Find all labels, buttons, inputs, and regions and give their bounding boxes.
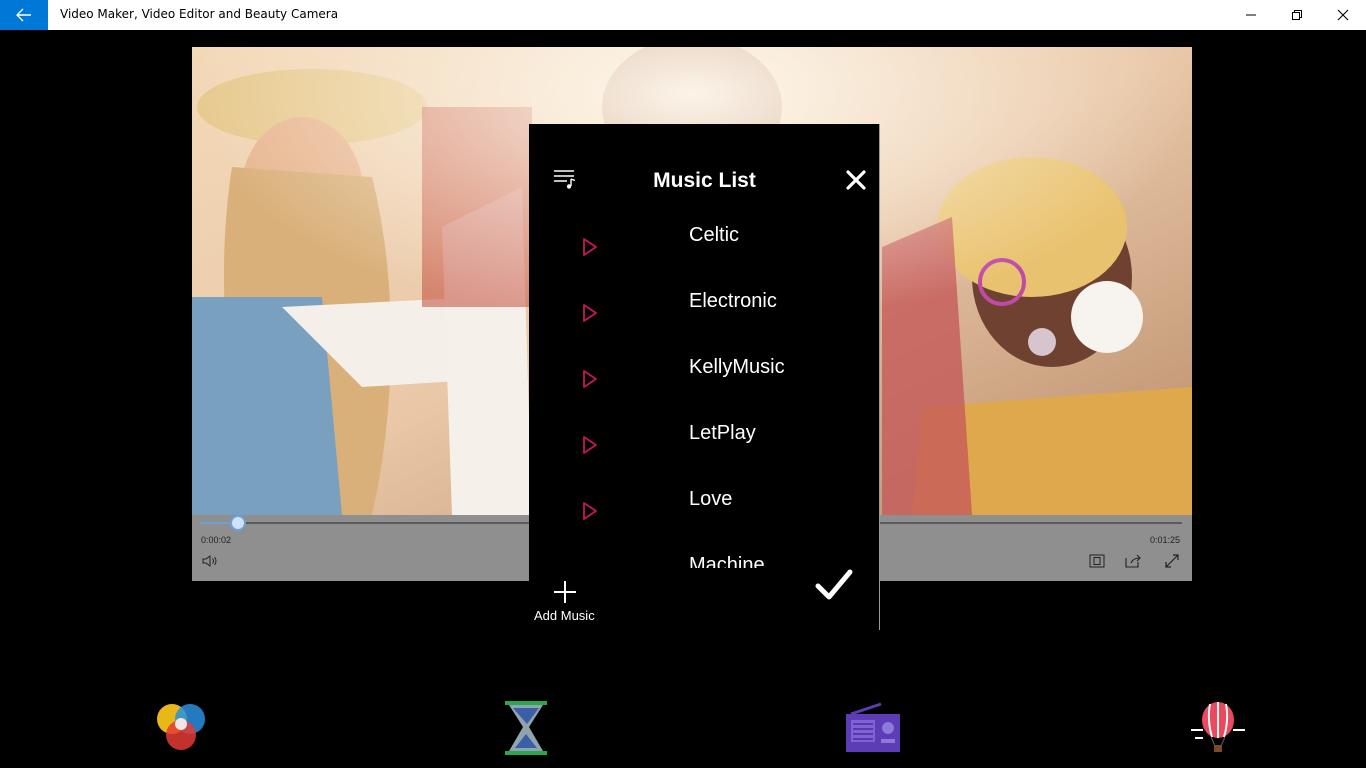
share-icon xyxy=(1125,554,1141,568)
close-window-button[interactable] xyxy=(1320,0,1366,30)
restore-icon xyxy=(1292,10,1302,20)
play-icon[interactable] xyxy=(581,303,599,323)
effects-button[interactable] xyxy=(1189,700,1247,756)
back-button[interactable] xyxy=(0,0,48,30)
dialog-title: Music List xyxy=(653,169,756,192)
minimize-icon xyxy=(1246,14,1256,16)
music-button[interactable] xyxy=(843,700,901,756)
filters-icon xyxy=(157,704,205,750)
list-item[interactable]: Love xyxy=(529,472,880,538)
volume-icon xyxy=(202,555,217,567)
aspect-ratio-button[interactable] xyxy=(1088,553,1106,569)
fullscreen-button[interactable] xyxy=(1163,553,1181,569)
total-time: 0:01:25 xyxy=(1150,535,1181,545)
hourglass-icon xyxy=(505,701,547,755)
list-item[interactable]: LetPlay xyxy=(529,406,880,472)
checkmark-icon[interactable] xyxy=(815,568,853,602)
balloon-icon xyxy=(1191,702,1245,752)
list-item[interactable]: KellyMusic xyxy=(529,340,880,406)
music-item-label: Celtic xyxy=(689,224,740,246)
music-list: Celtic Electronic KellyMusic LetPlay Lov… xyxy=(529,208,880,568)
music-item-label: Machine xyxy=(689,554,765,568)
list-item[interactable]: Celtic xyxy=(529,208,880,274)
minimize-button[interactable] xyxy=(1228,0,1274,30)
current-time: 0:00:02 xyxy=(201,535,232,545)
play-icon[interactable] xyxy=(581,369,599,389)
plus-icon xyxy=(554,581,576,603)
share-button[interactable] xyxy=(1125,553,1143,569)
fullscreen-icon xyxy=(1165,554,1179,568)
filters-button[interactable] xyxy=(152,700,210,756)
aspect-ratio-icon xyxy=(1089,554,1105,568)
radio-icon xyxy=(846,702,900,752)
music-item-label: LetPlay xyxy=(689,422,756,444)
add-music-label: Add Music xyxy=(534,608,595,623)
list-item[interactable]: Machine xyxy=(529,538,880,568)
restore-button[interactable] xyxy=(1274,0,1320,30)
play-icon[interactable] xyxy=(581,435,599,455)
duration-button[interactable] xyxy=(497,700,555,756)
arrow-left-icon xyxy=(16,8,31,22)
music-item-label: Electronic xyxy=(689,290,777,312)
app-title: Video Maker, Video Editor and Beauty Cam… xyxy=(60,7,339,21)
seek-thumb[interactable] xyxy=(230,515,246,531)
add-music-button[interactable]: Add Music xyxy=(529,576,601,626)
play-icon[interactable] xyxy=(581,237,599,257)
volume-button[interactable] xyxy=(201,553,219,569)
close-icon xyxy=(1337,9,1349,21)
play-icon[interactable] xyxy=(581,501,599,521)
list-item[interactable]: Electronic xyxy=(529,274,880,340)
title-bar: Video Maker, Video Editor and Beauty Cam… xyxy=(0,0,1366,30)
music-list-dialog: Music List Celtic Electronic KellyMusic … xyxy=(529,124,880,630)
play-icon[interactable] xyxy=(581,567,599,568)
music-item-label: KellyMusic xyxy=(689,356,785,378)
close-dialog-icon[interactable] xyxy=(842,166,870,194)
music-item-label: Love xyxy=(689,488,733,510)
